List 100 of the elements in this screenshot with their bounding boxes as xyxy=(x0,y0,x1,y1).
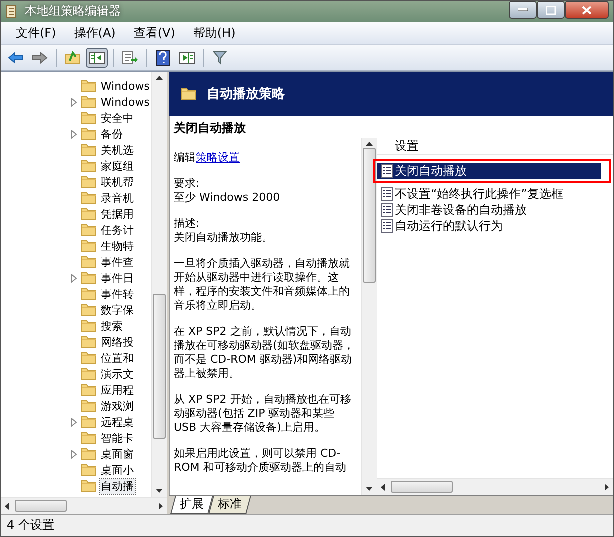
horizontal-scrollbar[interactable] xyxy=(1,497,167,514)
folder-icon xyxy=(81,431,97,445)
tree-item[interactable]: 数字保 xyxy=(100,302,135,318)
expand-arrow-icon[interactable] xyxy=(71,450,77,458)
column-header[interactable]: 设置 xyxy=(377,138,613,155)
tree-item[interactable]: 联机帮 xyxy=(100,174,135,190)
policy-settings-link[interactable]: 策略设置 xyxy=(196,151,240,164)
close-icon xyxy=(582,6,592,14)
folder-icon xyxy=(81,335,97,349)
window-title: 本地组策略编辑器 xyxy=(25,3,122,20)
maximize-button[interactable] xyxy=(537,1,565,19)
folder-icon xyxy=(81,351,97,365)
tree-item[interactable]: 搜索 xyxy=(100,318,124,334)
policy-document-icon xyxy=(381,187,393,201)
folder-icon xyxy=(81,271,97,285)
tree-item[interactable]: 远程桌 xyxy=(100,414,135,430)
folder-icon xyxy=(81,239,97,253)
status-text: 4 个设置 xyxy=(1,514,613,536)
tree-item[interactable]: 关机选 xyxy=(100,142,135,158)
tree-item[interactable]: Windows xyxy=(100,80,151,92)
description-text: 如果启用此设置，则可以禁用 CD-ROM 和可移动介质驱动器上的自动 xyxy=(174,447,348,475)
folder-icon xyxy=(81,127,97,141)
tree-item[interactable]: 录音机 xyxy=(100,190,135,206)
menu-item[interactable]: 操作(A) xyxy=(65,24,125,42)
scroll-left-arrow-icon[interactable] xyxy=(381,484,385,490)
tree-item[interactable]: 事件查 xyxy=(100,254,135,270)
folder-icon xyxy=(81,175,97,189)
menu-item[interactable]: 查看(V) xyxy=(124,24,184,42)
tree-item[interactable]: 事件日 xyxy=(100,270,135,286)
policy-document-icon xyxy=(381,164,393,178)
tree-item[interactable]: 事件转 xyxy=(100,286,135,302)
setting-item[interactable]: 关闭非卷设备的自动播放 xyxy=(377,202,607,218)
setting-item[interactable]: 不设置“始终执行此操作”复选框 xyxy=(377,186,607,202)
scroll-right-arrow-icon[interactable] xyxy=(159,502,163,510)
description-text: 描述: xyxy=(174,217,201,231)
menu-item[interactable]: 文件(F) xyxy=(7,24,66,42)
close-button[interactable] xyxy=(565,1,609,19)
folder-icon xyxy=(81,447,97,461)
vertical-scrollbar[interactable] xyxy=(151,72,167,497)
policy-heading: 关闭自动播放 xyxy=(174,120,247,137)
description-text: 要求: xyxy=(174,177,201,191)
description-text: 一旦将介质插入驱动器，自动播放就开始从驱动器中进行读取操作。这样，程序的安装文件和音频媒体上的音乐将立即启动。 xyxy=(174,257,351,313)
tree-item[interactable]: 智能卡 xyxy=(100,430,135,446)
folder-icon xyxy=(81,319,97,333)
tree-item[interactable]: 演示文 xyxy=(100,366,135,382)
minimize-icon xyxy=(518,8,528,12)
expand-arrow-icon[interactable] xyxy=(71,418,77,426)
tree-item[interactable]: 位置和 xyxy=(100,350,135,366)
tree-item[interactable]: 安全中 xyxy=(100,110,135,126)
list-horizontal-scrollbar[interactable] xyxy=(377,478,613,495)
folder-icon xyxy=(81,287,97,301)
tree-item[interactable]: 桌面窗 xyxy=(100,446,135,462)
tree-item[interactable]: Windows xyxy=(100,96,151,108)
scroll-down-arrow-icon[interactable] xyxy=(366,487,373,491)
folder-icon xyxy=(81,143,97,157)
tree-item[interactable]: 家庭组 xyxy=(100,158,135,174)
folder-icon xyxy=(81,367,97,381)
tree-item[interactable]: 任务计 xyxy=(100,222,135,238)
scroll-up-arrow-icon[interactable] xyxy=(366,142,373,146)
folder-icon xyxy=(81,383,97,397)
description-text: 在 XP SP2 之前，默认情况下，自动播放在可移动驱动器(如软盘驱动器，而不是 CD-ROM 驱动器)和网络驱动器上被禁用。 xyxy=(174,325,355,381)
folder-icon xyxy=(81,399,97,413)
scroll-down-arrow-icon[interactable] xyxy=(156,489,163,493)
tree-item[interactable]: 生物特 xyxy=(100,238,135,254)
folder-icon xyxy=(81,415,97,429)
tree-item[interactable]: 凭据用 xyxy=(100,206,135,222)
scroll-up-arrow-icon[interactable] xyxy=(156,76,163,80)
expand-arrow-icon[interactable] xyxy=(71,98,77,106)
description-text: 从 XP SP2 开始，自动播放也在可移动驱动器(包括 ZIP 驱动器和某些 USB 大容量存储设备)上启用。 xyxy=(174,393,352,435)
scroll-right-arrow-icon[interactable] xyxy=(605,484,609,490)
folder-icon xyxy=(81,223,97,237)
description-scrollbar[interactable] xyxy=(361,138,377,495)
tree-item[interactable]: 游戏浏 xyxy=(100,398,135,414)
view-tab[interactable]: 标准 xyxy=(208,496,252,514)
tree-item[interactable]: 桌面小 xyxy=(100,462,135,478)
tree-item[interactable]: 备份 xyxy=(100,126,124,142)
folder-icon xyxy=(81,111,97,125)
folder-icon xyxy=(80,95,97,109)
view-tab[interactable]: 扩展 xyxy=(170,496,214,514)
policy-document-icon xyxy=(381,203,393,217)
description-text: 至少 Windows 2000 xyxy=(174,191,282,205)
folder-icon xyxy=(81,303,97,317)
show-tree-button[interactable] xyxy=(86,48,108,68)
setting-item[interactable]: 关闭自动播放 xyxy=(377,163,601,179)
folder-icon xyxy=(81,463,97,477)
folder-icon xyxy=(81,207,97,221)
folder-icon xyxy=(81,255,97,269)
scroll-left-arrow-icon[interactable] xyxy=(5,502,9,510)
tree-item[interactable]: 网络投 xyxy=(100,334,135,350)
menu-item[interactable]: 帮助(H) xyxy=(184,24,245,42)
app-icon xyxy=(5,4,19,20)
folder-icon xyxy=(80,79,97,93)
minimize-button[interactable] xyxy=(509,1,537,19)
section-title: 自动播放策略 xyxy=(207,86,285,103)
expand-arrow-icon[interactable] xyxy=(71,130,77,138)
tree-item[interactable]: 应用程 xyxy=(100,382,135,398)
expand-arrow-icon[interactable] xyxy=(71,274,77,282)
setting-item[interactable]: 自动运行的默认行为 xyxy=(377,218,607,234)
tree-item[interactable]: 自动播 xyxy=(100,478,135,494)
description-text: 关闭自动播放功能。 xyxy=(174,231,274,245)
